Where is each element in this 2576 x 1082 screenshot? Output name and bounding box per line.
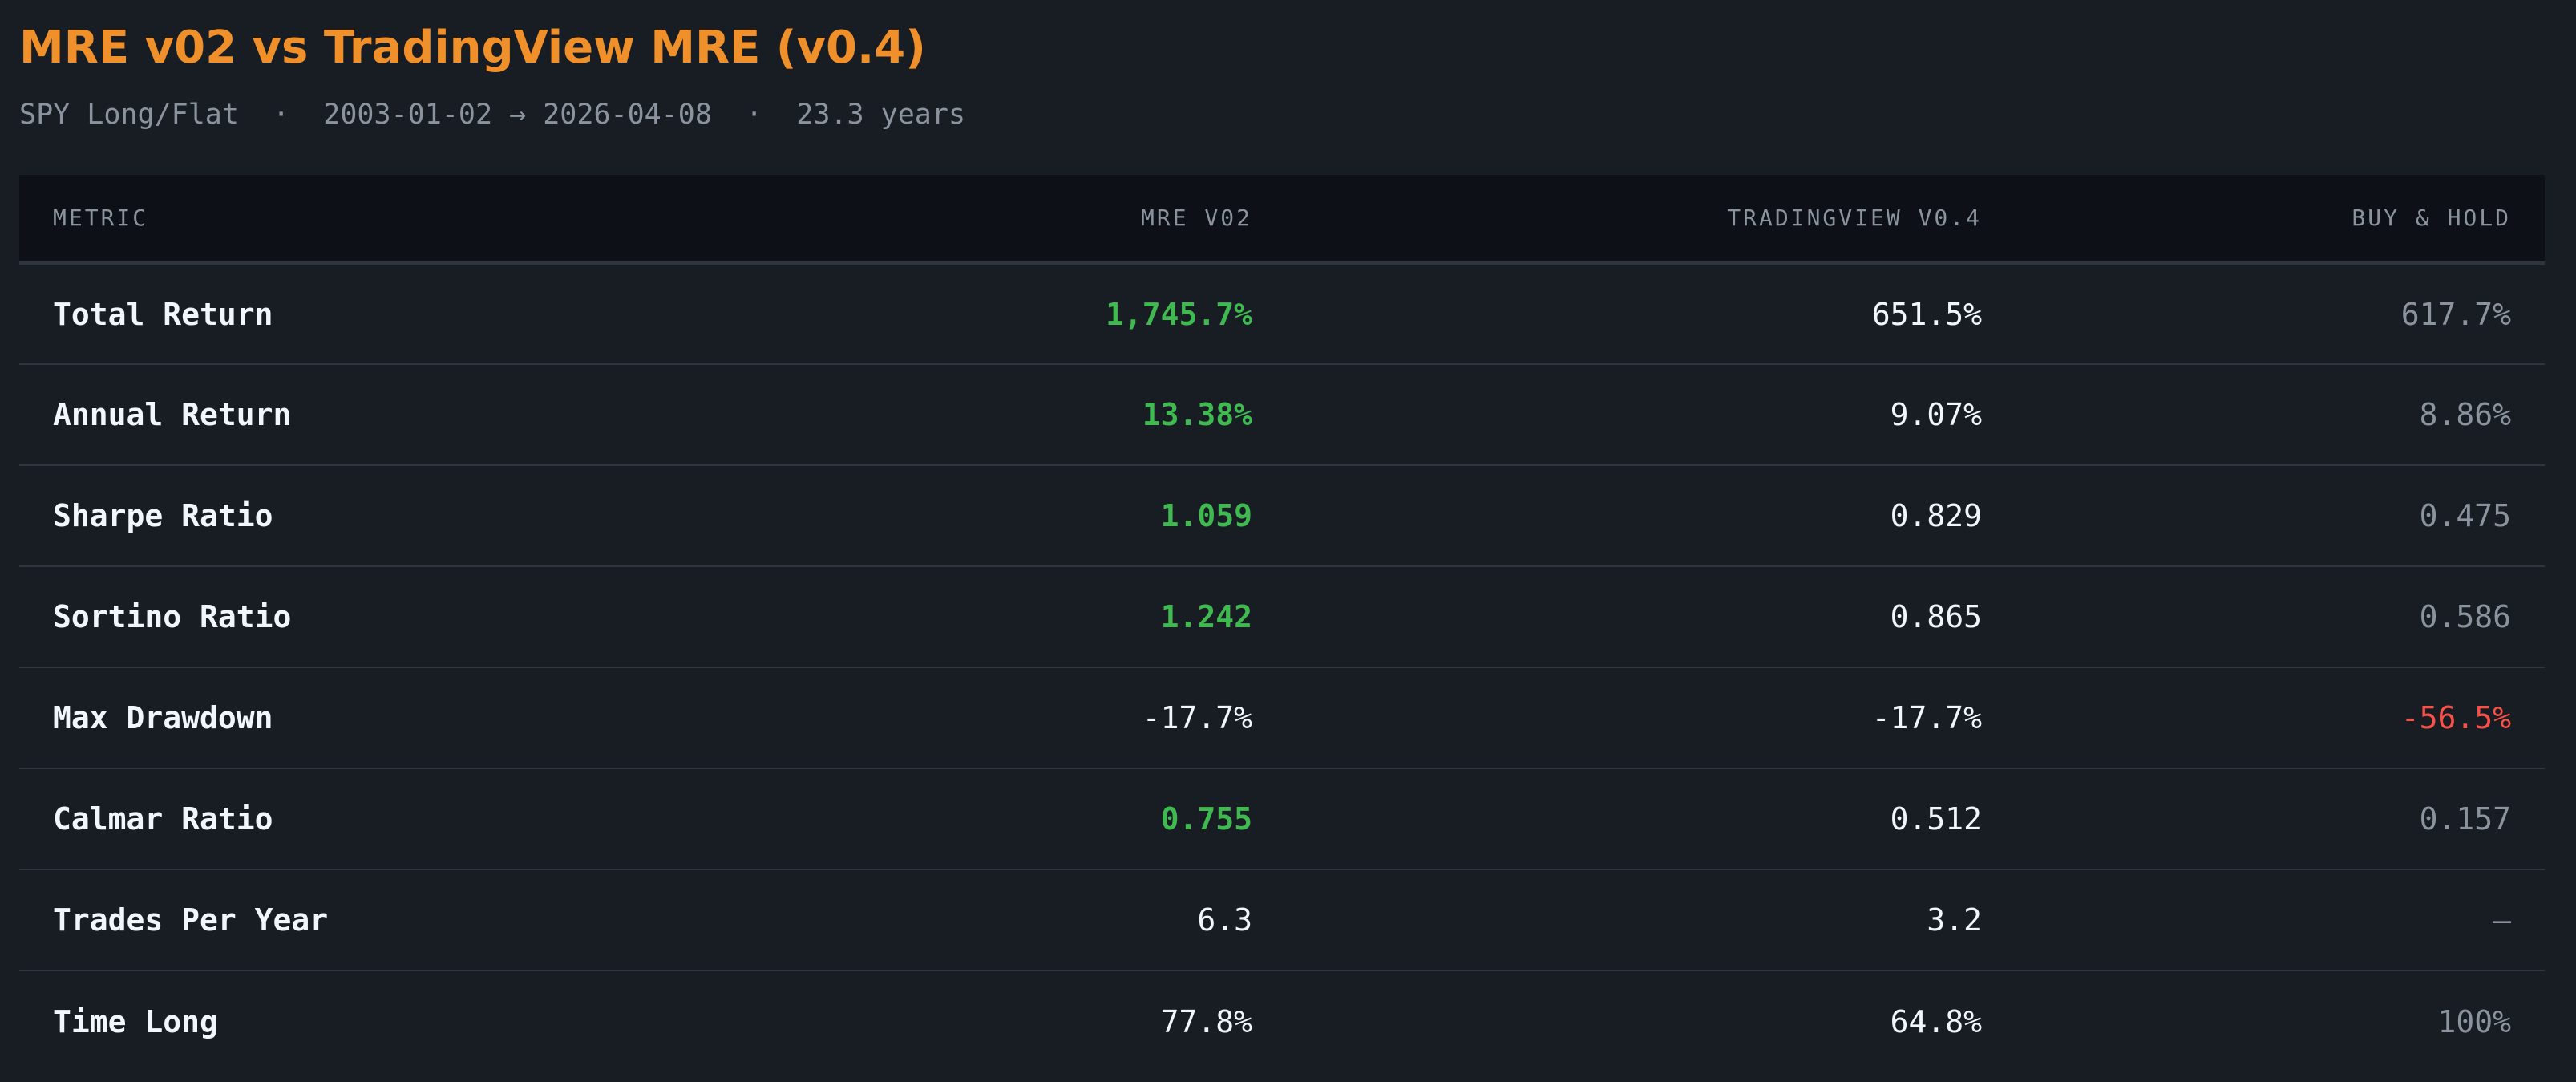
- metric-label: Sharpe Ratio: [53, 498, 273, 533]
- table-row: Time Long 77.8% 64.8% 100%: [19, 971, 2545, 1072]
- table-row: Trades Per Year 6.3 3.2 —: [19, 869, 2545, 971]
- buy-hold-value: 0.157: [2419, 801, 2511, 837]
- mre-value: 13.38%: [1142, 397, 1252, 432]
- tradingview-value: 0.829: [1890, 498, 1982, 533]
- mre-value: 1,745.7%: [1105, 296, 1252, 332]
- buy-hold-value: 0.475: [2419, 498, 2511, 533]
- buy-hold-value: —: [2493, 902, 2511, 938]
- tradingview-value: 0.865: [1890, 599, 1982, 634]
- table-row: Sharpe Ratio 1.059 0.829 0.475: [19, 465, 2545, 566]
- metric-label: Max Drawdown: [53, 700, 273, 736]
- metric-label: Sortino Ratio: [53, 599, 292, 634]
- header-metric: Metric: [53, 205, 149, 232]
- page-subtitle: SPY Long/Flat · 2003-01-02 → 2026-04-08 …: [19, 99, 966, 131]
- mre-value: -17.7%: [1142, 700, 1252, 736]
- metric-label: Annual Return: [53, 397, 292, 432]
- tradingview-value: 0.512: [1890, 801, 1982, 837]
- buy-hold-value: 100%: [2437, 1003, 2511, 1039]
- metric-label: Time Long: [53, 1003, 218, 1039]
- table-row: Annual Return 13.38% 9.07% 8.86%: [19, 364, 2545, 465]
- buy-hold-value: 0.586: [2419, 599, 2511, 634]
- metric-label: Trades Per Year: [53, 902, 329, 938]
- tradingview-value: 651.5%: [1871, 296, 1982, 332]
- metric-label: Calmar Ratio: [53, 801, 273, 837]
- tradingview-value: -17.7%: [1871, 700, 1982, 736]
- page-title: MRE v02 vs TradingView MRE (v0.4): [19, 22, 926, 74]
- metric-label: Total Return: [53, 296, 273, 332]
- tradingview-value: 64.8%: [1890, 1003, 1982, 1039]
- mre-value: 0.755: [1160, 801, 1252, 837]
- comparison-table: Metric MRE v02 TradingView v0.4 Buy & Ho…: [19, 175, 2545, 1072]
- header-row: Metric MRE v02 TradingView v0.4 Buy & Ho…: [19, 175, 2545, 263]
- buy-hold-value: -56.5%: [2400, 700, 2511, 736]
- table-row: Calmar Ratio 0.755 0.512 0.157: [19, 768, 2545, 869]
- table-body: Total Return 1,745.7% 651.5% 617.7% Annu…: [19, 263, 2545, 1072]
- table-row: Total Return 1,745.7% 651.5% 617.7%: [19, 263, 2545, 364]
- header-mre-v02: MRE v02: [1140, 205, 1252, 232]
- mre-value: 1.059: [1160, 498, 1252, 533]
- mre-value: 77.8%: [1160, 1003, 1252, 1039]
- header-tradingview: TradingView v0.4: [1727, 205, 1982, 232]
- table-row: Sortino Ratio 1.242 0.865 0.586: [19, 566, 2545, 667]
- tradingview-value: 3.2: [1927, 902, 1982, 938]
- buy-hold-value: 8.86%: [2419, 397, 2511, 432]
- tradingview-value: 9.07%: [1890, 397, 1982, 432]
- buy-hold-value: 617.7%: [2400, 296, 2511, 332]
- mre-value: 6.3: [1197, 902, 1252, 938]
- table-row: Max Drawdown -17.7% -17.7% -56.5%: [19, 667, 2545, 768]
- header-buy-hold: Buy & Hold: [2352, 205, 2511, 232]
- mre-value: 1.242: [1160, 599, 1252, 634]
- table-header: Metric MRE v02 TradingView v0.4 Buy & Ho…: [19, 175, 2545, 263]
- comparison-page: MRE v02 vs TradingView MRE (v0.4) SPY Lo…: [0, 0, 2576, 1082]
